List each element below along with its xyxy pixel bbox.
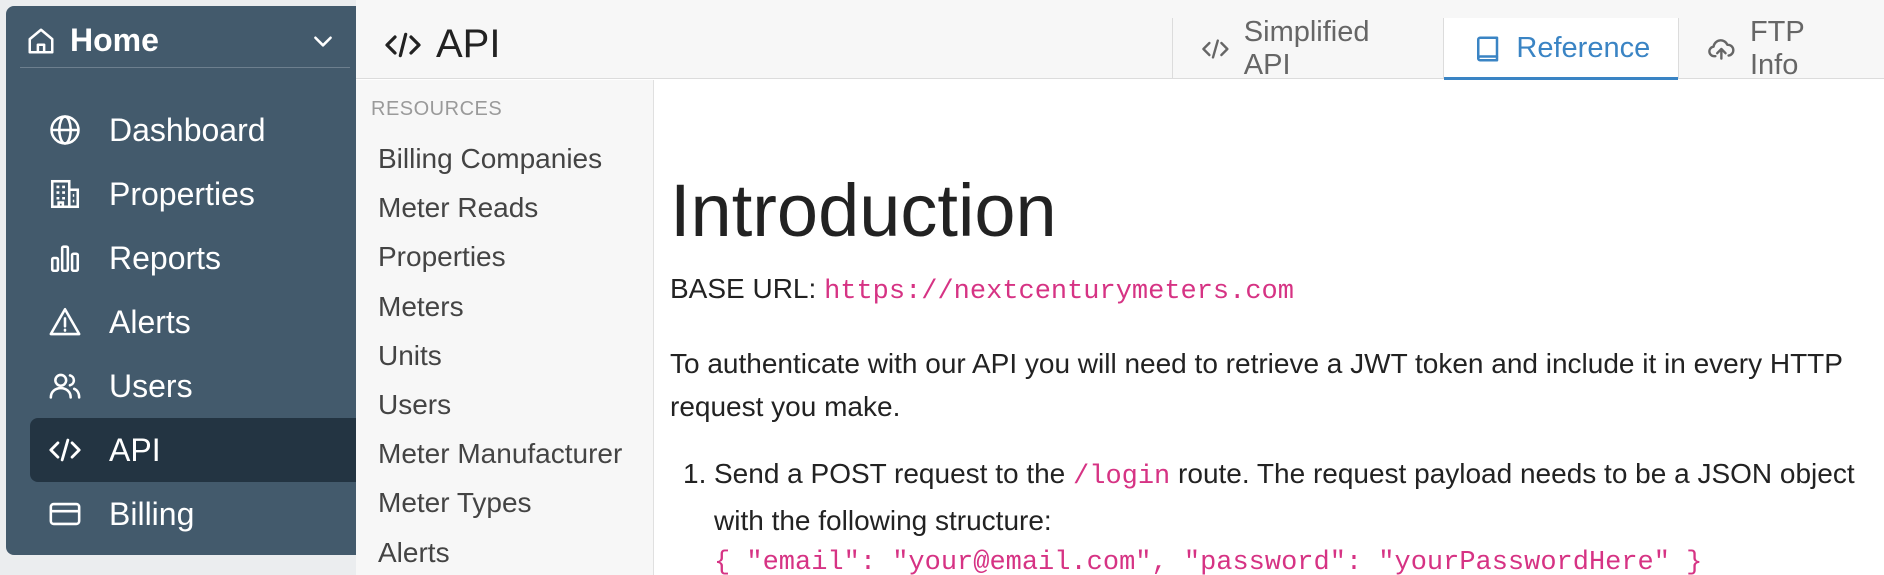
base-url-line: BASE URL: https://nextcenturymeters.com [670, 273, 1294, 307]
code-icon [385, 32, 421, 57]
resource-link-meter-manufacturer[interactable]: Meter Manufacturer [378, 429, 622, 478]
resource-link-properties[interactable]: Properties [378, 232, 622, 281]
auth-paragraph: To authenticate with our API you will ne… [670, 348, 1843, 422]
resource-link-users[interactable]: Users [378, 380, 622, 429]
resource-link-alerts[interactable]: Alerts [378, 528, 622, 575]
sidebar-item-api[interactable]: API [30, 418, 362, 482]
step-text-prefix: Send a POST request to the [714, 458, 1066, 489]
section-heading: Introduction [670, 169, 1057, 252]
resource-list: Billing Companies Meter Reads Properties… [378, 134, 622, 575]
page-title-text: API [436, 22, 501, 66]
page-title: API [384, 22, 500, 67]
book-icon [1477, 36, 1499, 61]
sidebar-item-label: Users [109, 367, 193, 404]
tab-ftp-info[interactable]: FTP Info [1678, 15, 1884, 81]
tab-reference[interactable]: Reference [1443, 18, 1679, 81]
chevron-down-icon[interactable] [310, 28, 336, 54]
login-route-code: /login [1073, 462, 1171, 492]
tab-label: Simplified API [1243, 15, 1370, 81]
sidebar-item-label: Billing [109, 495, 195, 532]
code-icon [49, 438, 81, 462]
base-url-value: https://nextcenturymeters.com [824, 277, 1294, 307]
documentation-content: Introduction BASE URL: https://nextcentu… [655, 80, 1884, 575]
tab-label: Reference [1516, 32, 1651, 64]
sidebar-item-properties[interactable]: Properties [30, 162, 362, 226]
tab-simplified-api[interactable]: Simplified API [1172, 15, 1443, 81]
resources-heading: RESOURCES [371, 98, 503, 120]
sidebar-item-label: Dashboard [109, 111, 266, 148]
sidebar-item-reports[interactable]: Reports [30, 226, 362, 290]
sidebar-item-label: Properties [109, 175, 255, 212]
resource-link-meter-types[interactable]: Meter Types [378, 478, 622, 527]
tab-label: FTP Info [1749, 15, 1805, 81]
list-item-number: 1. [683, 458, 707, 489]
sidebar-item-billing[interactable]: Billing [30, 482, 362, 546]
resource-link-units[interactable]: Units [378, 331, 622, 380]
sidebar-item-users[interactable]: Users [30, 354, 362, 418]
globe-icon [50, 115, 80, 145]
home-icon [28, 28, 54, 53]
base-url-label: BASE URL: [670, 273, 817, 304]
list-item: 1. Send a POST request to the /login rou… [683, 452, 1864, 575]
page-header: API Simplified API Reference FTP Info [356, 0, 1884, 81]
sidebar-item-dashboard[interactable]: Dashboard [30, 98, 362, 162]
resources-sidebar: RESOURCES Billing Companies Meter Reads … [356, 80, 654, 575]
code-icon [1202, 38, 1229, 59]
login-payload-code: { "email": "your@email.com", "password":… [714, 548, 1703, 575]
sidebar-panel: Home Dashboard Properties Reports Alerts [6, 6, 362, 555]
warning-triangle-icon [49, 307, 81, 336]
users-icon [49, 373, 81, 399]
cloud-upload-icon [1708, 38, 1735, 60]
resource-link-meter-reads[interactable]: Meter Reads [378, 183, 622, 232]
home-dropdown[interactable]: Home [20, 14, 350, 68]
resource-link-meters[interactable]: Meters [378, 282, 622, 331]
sidebar: Home Dashboard Properties Reports Alerts [0, 0, 362, 575]
home-label: Home [70, 22, 159, 58]
bar-chart-icon [50, 245, 80, 273]
credit-card-icon [49, 502, 81, 526]
sidebar-item-label: API [109, 431, 161, 468]
building-icon [50, 179, 80, 209]
header-tabs: Simplified API Reference FTP Info [1172, 15, 1884, 81]
sidebar-item-alerts[interactable]: Alerts [30, 290, 362, 354]
sidebar-item-label: Alerts [109, 303, 191, 340]
resource-link-billing-companies[interactable]: Billing Companies [378, 134, 622, 183]
sidebar-item-label: Reports [109, 239, 222, 276]
sidebar-nav: Dashboard Properties Reports Alerts User… [30, 98, 362, 546]
